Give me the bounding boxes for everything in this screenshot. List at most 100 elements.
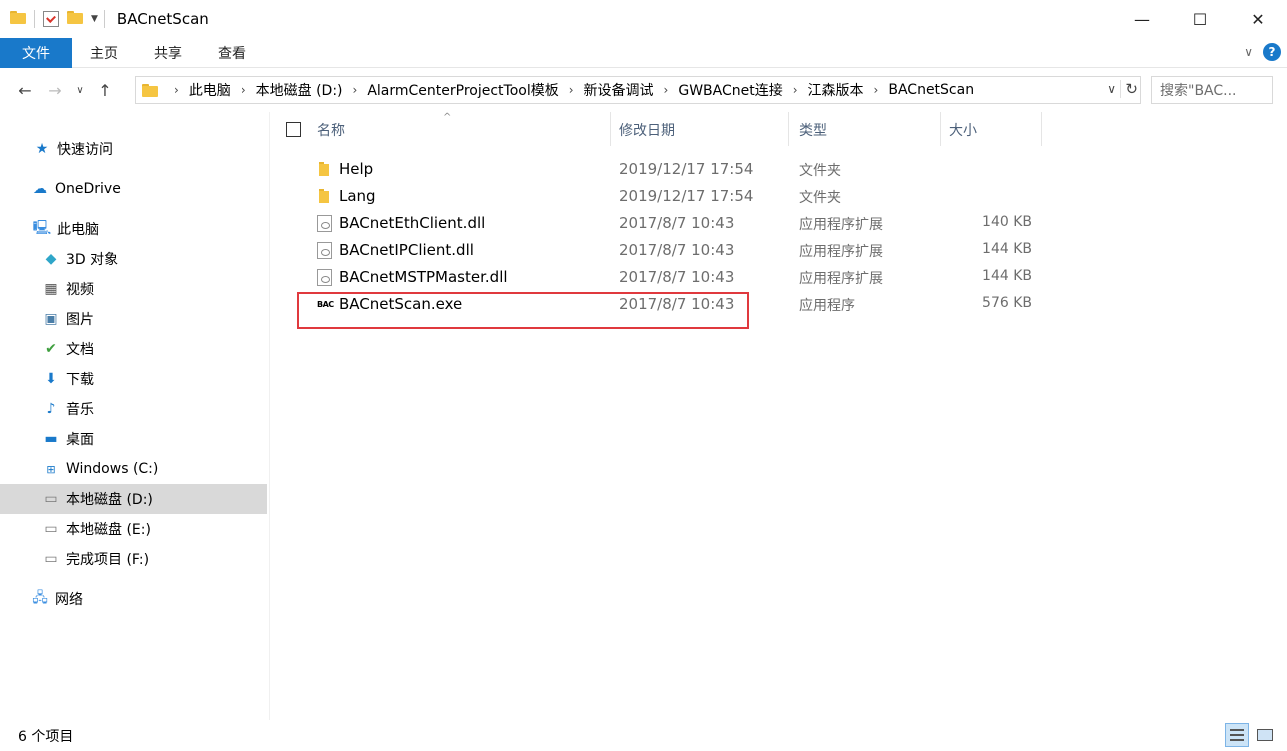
highlight-box <box>297 292 749 329</box>
table-row[interactable]: BACnetEthClient.dll 2017/8/7 10:43 应用程序扩… <box>271 210 1287 237</box>
file-type: 文件夹 <box>799 190 841 206</box>
breadcrumb-item[interactable]: 本地磁盘 (D:) <box>256 80 343 100</box>
ribbon: 文件 主页 共享 查看 ∨ ? <box>0 37 1287 68</box>
breadcrumb-separator-icon[interactable]: › <box>664 83 669 97</box>
breadcrumb-separator-icon[interactable]: › <box>569 83 574 97</box>
address-history-chevron-icon[interactable]: ∨ <box>1107 82 1116 96</box>
sidebar-item-label: 图片 <box>66 312 94 328</box>
large-icons-view-button[interactable] <box>1253 723 1277 747</box>
sidebar-item-label: 本地磁盘 (E:) <box>66 522 151 538</box>
sidebar-item-documents[interactable]: ✔ 文档 <box>0 334 267 364</box>
column-divider[interactable] <box>1041 112 1042 146</box>
breadcrumb-item[interactable]: 新设备调试 <box>584 80 654 100</box>
status-bar: 6 个项目 <box>0 720 1287 751</box>
sidebar-item-this-pc[interactable]: 🖳 此电脑 <box>0 214 267 244</box>
file-type: 应用程序扩展 <box>799 244 883 260</box>
column-divider[interactable] <box>788 112 789 146</box>
sidebar-item-quick-access[interactable]: ★ 快速访问 <box>0 134 267 164</box>
tab-view[interactable]: 查看 <box>200 38 264 68</box>
pc-icon: 🖳 <box>32 220 52 236</box>
file-name: Lang <box>339 187 376 205</box>
breadcrumb-separator-icon[interactable]: › <box>241 83 246 97</box>
breadcrumb-item[interactable]: AlarmCenterProjectTool模板 <box>367 80 558 100</box>
sidebar-item-pictures[interactable]: ▣ 图片 <box>0 304 267 334</box>
breadcrumb-separator-icon[interactable]: › <box>874 83 879 97</box>
table-row[interactable]: BACnetIPClient.dll 2017/8/7 10:43 应用程序扩展… <box>271 237 1287 264</box>
folder-icon <box>10 11 26 27</box>
folder-icon <box>142 83 158 97</box>
sidebar-item-local-disk-d[interactable]: ▭ 本地磁盘 (D:) <box>0 484 267 514</box>
sidebar-item-network[interactable]: 🖧 网络 <box>0 584 267 614</box>
address-bar[interactable]: › 此电脑 › 本地磁盘 (D:) › AlarmCenterProjectTo… <box>135 76 1141 104</box>
item-count: 6 个项目 <box>18 728 74 745</box>
sidebar-item-local-disk-e[interactable]: ▭ 本地磁盘 (E:) <box>0 514 267 544</box>
help-icon[interactable]: ? <box>1263 43 1281 61</box>
breadcrumb: › 此电脑 › 本地磁盘 (D:) › AlarmCenterProjectTo… <box>164 80 974 100</box>
sidebar-item-label: 快速访问 <box>57 142 113 158</box>
picture-icon: ▣ <box>44 311 58 327</box>
table-row[interactable]: BACnetMSTPMaster.dll 2017/8/7 10:43 应用程序… <box>271 264 1287 291</box>
star-icon: ★ <box>35 141 49 157</box>
file-size: 140 KB <box>982 214 1032 230</box>
window-title: BACnetScan <box>116 10 209 28</box>
file-size: 576 KB <box>982 295 1032 311</box>
breadcrumb-item[interactable]: 江森版本 <box>808 80 864 100</box>
table-row[interactable]: Lang 2019/12/17 17:54 文件夹 <box>271 183 1287 210</box>
title-bar: ▼ BACnetScan — ☐ ✕ <box>0 0 1287 38</box>
column-divider[interactable] <box>940 112 941 146</box>
file-date: 2017/8/7 10:43 <box>619 241 735 259</box>
desktop-icon: ▬ <box>44 431 58 447</box>
minimize-button[interactable]: — <box>1113 0 1171 38</box>
sidebar-item-videos[interactable]: ▦ 视频 <box>0 274 267 304</box>
sidebar-item-windows-c[interactable]: ⊞ Windows (C:) <box>0 454 267 484</box>
column-header-type[interactable]: 类型 <box>799 112 939 148</box>
document-icon: ✔ <box>45 341 57 357</box>
column-divider[interactable] <box>610 112 611 146</box>
back-arrow-icon[interactable]: ← <box>10 75 40 105</box>
properties-icon[interactable] <box>43 11 59 27</box>
details-view-button[interactable] <box>1225 723 1249 747</box>
sidebar-item-downloads[interactable]: ⬇ 下载 <box>0 364 267 394</box>
up-arrow-icon[interactable]: ↑ <box>90 75 120 105</box>
file-type: 应用程序 <box>799 298 855 314</box>
file-size: 144 KB <box>982 241 1032 257</box>
sidebar-item-desktop[interactable]: ▬ 桌面 <box>0 424 267 454</box>
sidebar-item-3d-objects[interactable]: ◆ 3D 对象 <box>0 244 267 274</box>
divider <box>34 10 35 28</box>
breadcrumb-item[interactable]: GWBACnet连接 <box>678 80 782 100</box>
file-date: 2019/12/17 17:54 <box>619 160 754 178</box>
sidebar-item-onedrive[interactable]: ☁ OneDrive <box>0 174 267 204</box>
maximize-button[interactable]: ☐ <box>1171 0 1229 38</box>
breadcrumb-item[interactable]: BACnetScan <box>888 82 974 98</box>
new-folder-icon[interactable] <box>67 11 83 27</box>
file-list: ^ 名称 修改日期 类型 大小 Help 2019/12/17 17:54 文件… <box>271 112 1287 720</box>
table-row[interactable]: Help 2019/12/17 17:54 文件夹 <box>271 156 1287 183</box>
window-controls: — ☐ ✕ <box>1113 0 1287 38</box>
breadcrumb-separator-icon[interactable]: › <box>793 83 798 97</box>
forward-arrow-icon[interactable]: → <box>40 75 70 105</box>
refresh-icon[interactable]: ↻ <box>1120 80 1138 98</box>
tab-home[interactable]: 主页 <box>72 38 136 68</box>
file-name: BACnetEthClient.dll <box>339 214 486 232</box>
quick-access-toolbar: ▼ <box>0 0 113 38</box>
sidebar-item-label: 完成项目 (F:) <box>66 552 150 568</box>
dll-file-icon <box>317 215 332 232</box>
column-header-date[interactable]: 修改日期 <box>619 112 789 148</box>
select-all-checkbox[interactable] <box>286 122 301 137</box>
expand-ribbon-chevron-icon[interactable]: ∨ <box>1244 45 1253 59</box>
cube-icon: ◆ <box>45 251 57 267</box>
tab-file[interactable]: 文件 <box>0 37 72 68</box>
close-button[interactable]: ✕ <box>1229 0 1287 38</box>
column-header-name[interactable]: 名称 <box>317 112 607 148</box>
search-input[interactable]: 搜索"BAC... <box>1151 76 1273 104</box>
sidebar-item-completed-projects-f[interactable]: ▭ 完成项目 (F:) <box>0 544 267 574</box>
sidebar-item-music[interactable]: ♪ 音乐 <box>0 394 267 424</box>
breadcrumb-separator-icon[interactable]: › <box>353 83 358 97</box>
recent-locations-chevron-icon[interactable]: ∨ <box>70 75 90 105</box>
breadcrumb-item[interactable]: 此电脑 <box>189 80 231 100</box>
breadcrumb-separator-icon[interactable]: › <box>174 83 179 97</box>
column-header-size[interactable]: 大小 <box>949 112 1039 148</box>
sidebar-item-label: 3D 对象 <box>66 252 119 268</box>
tab-share[interactable]: 共享 <box>136 38 200 68</box>
customize-toolbar-chevron-icon[interactable]: ▼ <box>91 14 98 24</box>
